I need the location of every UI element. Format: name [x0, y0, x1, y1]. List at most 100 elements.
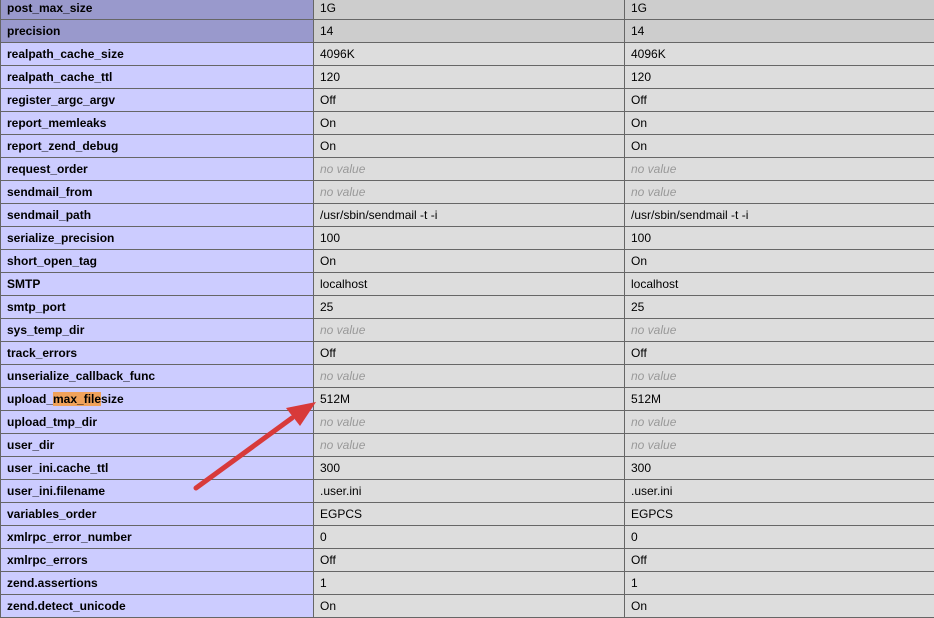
local-value: 25 [314, 296, 625, 319]
table-row: zend.assertions11 [1, 572, 934, 595]
master-value: 25 [625, 296, 934, 319]
value-text: EGPCS [631, 507, 673, 521]
table-row: register_argc_argvOffOff [1, 89, 934, 112]
directive-name: xmlrpc_error_number [1, 526, 314, 549]
table-row: short_open_tagOnOn [1, 250, 934, 273]
table-row: serialize_precision100100 [1, 227, 934, 250]
local-value: 512M [314, 388, 625, 411]
table-row: xmlrpc_error_number 0 0 [1, 526, 934, 549]
php-config-table: post_max_size1G1Gprecision1414realpath_c… [0, 0, 934, 618]
local-value: 100 [314, 227, 625, 250]
local-value: On [314, 250, 625, 273]
value-text: Off [631, 346, 647, 360]
value-text: EGPCS [320, 507, 362, 521]
master-value: Off [625, 342, 934, 365]
table-row: user_ini.cache_ttl300300 [1, 457, 934, 480]
value-text: 300 [631, 461, 651, 475]
master-value: EGPCS [625, 503, 934, 526]
local-value: 1 [314, 572, 625, 595]
master-value: /usr/sbin/sendmail -t -i [625, 204, 934, 227]
value-text: On [631, 116, 647, 130]
local-value: On [314, 595, 625, 618]
value-text: localhost [320, 277, 367, 291]
value-text: 14 [320, 24, 333, 38]
local-value: Off [314, 549, 625, 572]
value-text: On [320, 599, 336, 613]
directive-name: track_errors [1, 342, 314, 365]
master-value: no value [625, 181, 934, 204]
directive-name: report_memleaks [1, 112, 314, 135]
value-text: 1 [320, 576, 327, 590]
value-text: 4096K [631, 47, 666, 61]
master-value: On [625, 595, 934, 618]
find-match-highlight: max_file [53, 392, 101, 406]
local-value: no value [314, 181, 625, 204]
value-text: On [320, 116, 336, 130]
value-text: 4096K [320, 47, 355, 61]
value-text: /usr/sbin/sendmail -t -i [631, 208, 748, 222]
value-text: 120 [631, 70, 651, 84]
directive-name: user_dir [1, 434, 314, 457]
master-value: Off [625, 89, 934, 112]
local-value: On [314, 112, 625, 135]
directive-name: zend.detect_unicode [1, 595, 314, 618]
master-value: 512M [625, 388, 934, 411]
master-value: no value [625, 158, 934, 181]
directive-name: sendmail_path [1, 204, 314, 227]
value-text: .user.ini [320, 484, 361, 498]
directive-name: post_max_size [1, 0, 314, 20]
table-row: xmlrpc_errorsOffOff [1, 549, 934, 572]
directive-name: variables_order [1, 503, 314, 526]
value-text: 100 [631, 231, 651, 245]
value-text: 14 [631, 24, 644, 38]
master-value: 14 [625, 20, 934, 43]
table-row: user_ini.filename .user.ini .user.ini [1, 480, 934, 503]
master-value: 1 [625, 572, 934, 595]
local-value: no value [314, 434, 625, 457]
value-text: Off [320, 553, 336, 567]
directive-name: user_ini.cache_ttl [1, 457, 314, 480]
master-value: 0 [625, 526, 934, 549]
value-text: 1G [320, 1, 336, 15]
table-row: zend.detect_unicode On On [1, 595, 934, 618]
table-row: SMTPlocalhostlocalhost [1, 273, 934, 296]
local-value: /usr/sbin/sendmail -t -i [314, 204, 625, 227]
no-value-text: no value [320, 185, 365, 199]
directive-name: report_zend_debug [1, 135, 314, 158]
value-text: .user.ini [631, 484, 672, 498]
value-text: Off [320, 93, 336, 107]
value-text: localhost [631, 277, 678, 291]
master-value: 120 [625, 66, 934, 89]
master-value: no value [625, 319, 934, 342]
directive-name-part: upload_ [7, 392, 53, 406]
value-text: On [631, 254, 647, 268]
local-value: .user.ini [314, 480, 625, 503]
directive-name: user_ini.filename [1, 480, 314, 503]
table-row: realpath_cache_size4096K4096K [1, 43, 934, 66]
table-row: sys_temp_dirno valueno value [1, 319, 934, 342]
table-row: smtp_port2525 [1, 296, 934, 319]
value-text: 0 [320, 530, 327, 544]
local-value: 14 [314, 20, 625, 43]
table-row: upload_tmp_dirno valueno value [1, 411, 934, 434]
local-value: no value [314, 158, 625, 181]
value-text: 512M [631, 392, 661, 406]
table-row: post_max_size1G1G [1, 0, 934, 20]
value-text: Off [631, 553, 647, 567]
local-value: no value [314, 319, 625, 342]
no-value-text: no value [631, 162, 676, 176]
table-row: variables_order EGPCS EGPCS [1, 503, 934, 526]
master-value: no value [625, 411, 934, 434]
no-value-text: no value [631, 185, 676, 199]
local-value: 1G [314, 0, 625, 20]
directive-name-part: size [101, 392, 124, 406]
master-value: On [625, 135, 934, 158]
table-row: sendmail_fromno valueno value [1, 181, 934, 204]
table-row: user_dirno valueno value [1, 434, 934, 457]
no-value-text: no value [631, 415, 676, 429]
master-value: localhost [625, 273, 934, 296]
master-value: no value [625, 434, 934, 457]
no-value-text: no value [320, 369, 365, 383]
directive-name: serialize_precision [1, 227, 314, 250]
local-value: no value [314, 365, 625, 388]
